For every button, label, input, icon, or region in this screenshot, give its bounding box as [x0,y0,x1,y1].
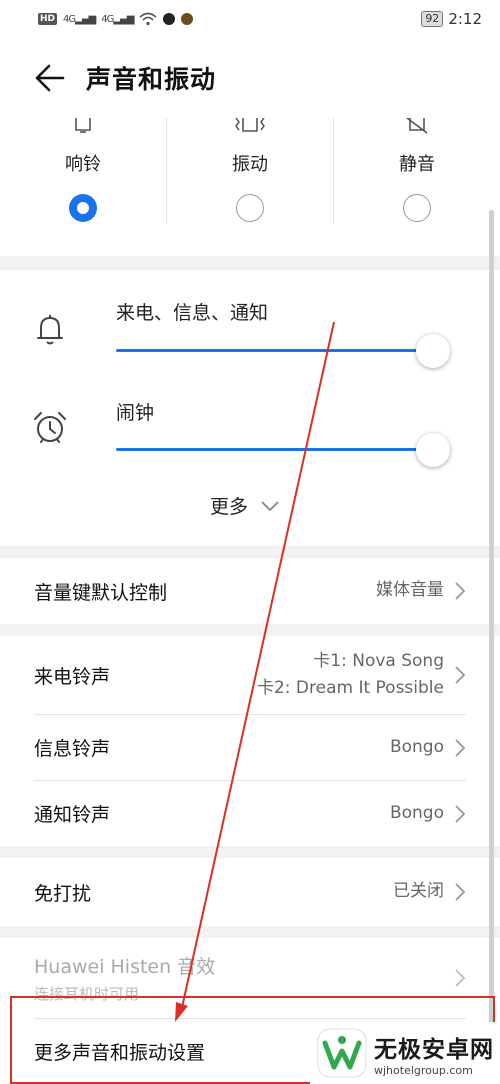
ringtone-sim2: 卡2: Dream It Possible [256,678,444,698]
signal-1-icon: 4G▂▄▆ [63,13,96,25]
watermark-text: 无极安卓网 wjhotelgroup.com [374,1030,494,1077]
dnd-title: 免打扰 [34,882,92,905]
ringer-volume-slider[interactable] [116,333,450,369]
arrow-left-icon[interactable] [32,60,68,96]
alarm-volume-row: 闹钟 [0,390,500,490]
status-bar: HD 4G▂▄▆ 4G▂▄▆ 92 2:12 [0,0,500,38]
message-tone-title: 信息铃声 [34,738,111,760]
mode-ring-label: 响铃 [65,154,101,175]
status-right: 92 2:12 [421,10,482,28]
watermark-url: wjhotelgroup.com [374,1063,473,1077]
slider-thumb[interactable] [416,433,450,467]
notification-tone-title: 通知铃声 [34,804,111,826]
mode-vibrate-label: 振动 [232,154,268,175]
clock: 2:12 [448,10,482,28]
watermark: 无极安卓网 wjhotelgroup.com [310,1022,498,1084]
more-label: 更多 [210,496,249,518]
slider-track [116,349,440,352]
volume-key-title: 音量键默认控制 [34,581,168,604]
alarm-clock-icon [34,412,66,443]
chevron-right-icon [455,883,466,901]
message-tone-value: Bongo [389,736,444,757]
mode-ring-radio[interactable] [69,194,97,222]
volume-key-value: 媒体音量 [376,580,444,601]
ringtone-card: 来电铃声 卡1: Nova Song 卡2: Dream It Possible… [0,636,500,846]
ringtone-sim1: 卡1: Nova Song [313,650,444,671]
alarm-volume-slider[interactable] [116,432,450,468]
sound-mode-card: 响铃 振动 静音 [0,118,500,256]
volume-card: 来电、信息、通知 闹钟 更多 [0,270,500,546]
watermark-logo-icon [317,1028,367,1078]
hd-indicator: HD [38,13,58,25]
message-tone-row[interactable]: 信息铃声 Bongo [0,715,500,780]
more-button[interactable]: 更多 [210,492,280,519]
mode-vibrate-radio[interactable] [236,194,264,222]
ringtone-value: 卡1: Nova Song 卡2: Dream It Possible [257,648,444,702]
network-type-2: 4G [101,13,114,25]
dnd-value: 已关闭 [393,881,444,902]
wifi-icon [139,12,157,26]
app-bar: 声音和振动 [0,38,500,118]
chevron-right-icon [455,804,466,823]
signal-2-icon: 4G▂▄▆ [101,13,134,25]
mode-ring[interactable]: 响铃 [0,118,166,226]
notification-tone-value: Bongo [389,802,444,823]
ringer-volume-row: 来电、信息、通知 [0,290,500,390]
chevron-right-icon [455,969,466,987]
scrollbar[interactable] [489,210,494,1030]
bell-icon [70,118,96,140]
ringtone-title: 来电铃声 [34,665,111,688]
mode-silent-radio[interactable] [403,194,431,222]
mode-silent[interactable]: 静音 [334,118,500,226]
mode-silent-label: 静音 [399,154,435,175]
battery-icon: 92 [421,11,444,27]
notification-tone-row[interactable]: 通知铃声 Bongo [0,781,500,846]
vibrate-icon [233,118,267,140]
page-title: 声音和振动 [86,65,217,94]
slider-track [116,448,440,451]
dnd-card: 免打扰 已关闭 [0,858,500,926]
status-left: HD 4G▂▄▆ 4G▂▄▆ [38,12,194,26]
volume-key-card: 音量键默认控制 媒体音量 [0,558,500,624]
chevron-right-icon [455,666,466,684]
chevron-down-icon [261,500,279,511]
ringer-volume-label: 来电、信息、通知 [116,302,269,324]
mode-vibrate[interactable]: 振动 [167,118,333,226]
ringtone-row[interactable]: 来电铃声 卡1: Nova Song 卡2: Dream It Possible [0,636,500,714]
alarm-volume-label: 闹钟 [116,402,155,424]
network-type-1: 4G [63,13,76,25]
app-notification-icon [163,13,176,25]
histen-title: Huawei Histen 音效 [34,956,216,978]
chevron-right-icon [455,738,466,757]
bell-off-icon [402,118,432,140]
app-notification-icon-2 [181,13,194,25]
watermark-name: 无极安卓网 [374,1036,494,1063]
chevron-right-icon [455,582,466,600]
slider-thumb[interactable] [416,334,450,368]
bell-icon [37,315,63,345]
volume-key-row[interactable]: 音量键默认控制 媒体音量 [0,558,500,624]
dnd-row[interactable]: 免打扰 已关闭 [0,858,500,926]
